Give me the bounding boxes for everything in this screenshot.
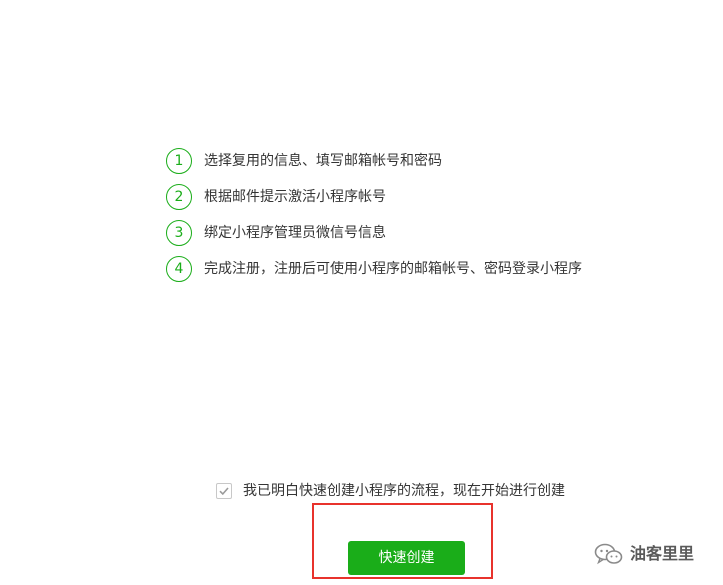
quick-create-button[interactable]: 快速创建 bbox=[348, 541, 465, 575]
step-number-badge: 1 bbox=[166, 148, 192, 174]
agreement-checkbox[interactable] bbox=[216, 483, 232, 499]
step-text: 完成注册，注册后可使用小程序的邮箱帐号、密码登录小程序 bbox=[204, 261, 582, 277]
step-item: 2 根据邮件提示激活小程序帐号 bbox=[166, 184, 686, 210]
step-item: 1 选择复用的信息、填写邮箱帐号和密码 bbox=[166, 148, 686, 174]
step-number-badge: 3 bbox=[166, 220, 192, 246]
steps-list: 1 选择复用的信息、填写邮箱帐号和密码 2 根据邮件提示激活小程序帐号 3 绑定… bbox=[166, 148, 686, 292]
step-text: 选择复用的信息、填写邮箱帐号和密码 bbox=[204, 153, 442, 169]
step-item: 3 绑定小程序管理员微信号信息 bbox=[166, 220, 686, 246]
step-item: 4 完成注册，注册后可使用小程序的邮箱帐号、密码登录小程序 bbox=[166, 256, 686, 282]
agreement-label[interactable]: 我已明白快速创建小程序的流程，现在开始进行创建 bbox=[243, 481, 565, 501]
checkmark-icon bbox=[219, 487, 229, 496]
watermark-text: 油客里里 bbox=[630, 544, 695, 563]
step-number-badge: 2 bbox=[166, 184, 192, 210]
step-text: 绑定小程序管理员微信号信息 bbox=[204, 225, 386, 241]
wechat-icon bbox=[594, 543, 623, 565]
step-number-badge: 4 bbox=[166, 256, 192, 282]
step-text: 根据邮件提示激活小程序帐号 bbox=[204, 189, 386, 205]
